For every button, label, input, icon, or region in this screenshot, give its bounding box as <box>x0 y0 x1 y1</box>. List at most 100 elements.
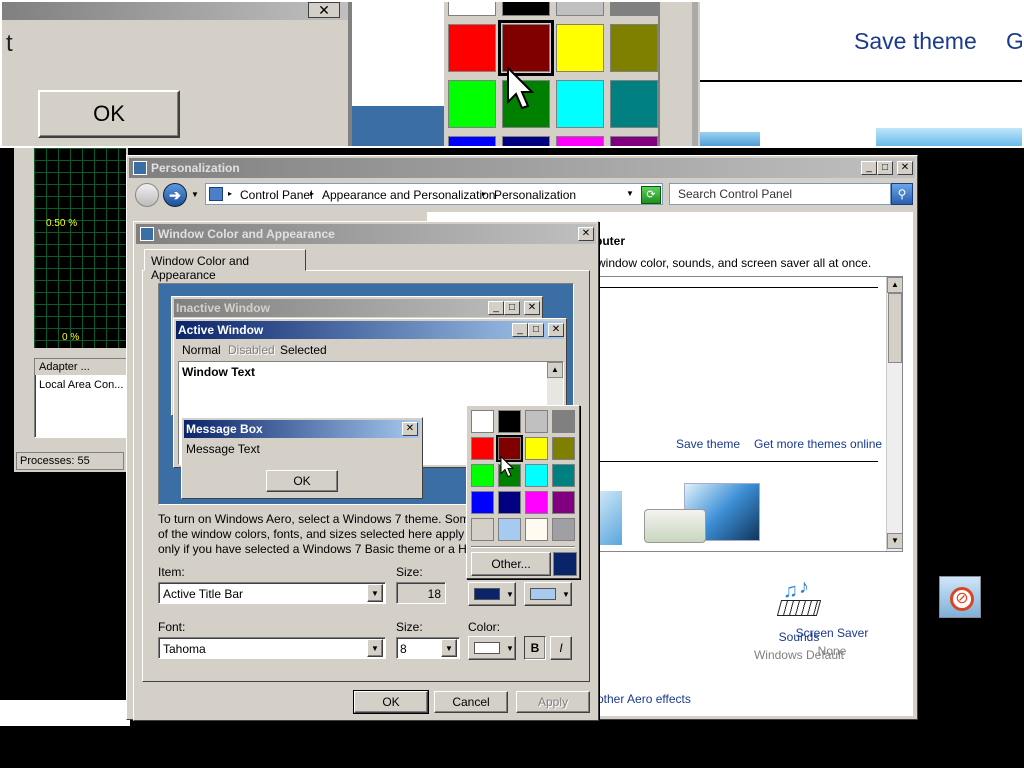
color-swatch[interactable] <box>498 491 521 514</box>
font-color-button[interactable]: ▼ <box>468 636 516 660</box>
get-more-themes-link[interactable]: Get more themes online <box>754 437 882 451</box>
palette-divider <box>471 546 575 548</box>
mouse-cursor-icon <box>500 455 515 478</box>
color-swatch[interactable] <box>471 491 494 514</box>
save-theme-link[interactable]: Save theme <box>676 437 740 451</box>
address-bar[interactable]: ▸ Control Panel ▸ Appearance and Persona… <box>205 183 663 205</box>
forward-button[interactable]: ➔ <box>163 183 187 207</box>
screensaver-icon: ⊘ <box>939 576 981 618</box>
zoom-get-more-fragment: G <box>1006 28 1024 54</box>
chevron-down-icon[interactable]: ▼ <box>367 639 383 657</box>
adapter-column-header[interactable]: Adapter ... <box>35 359 127 375</box>
font-size-select[interactable]: 8 ▼ <box>396 637 460 659</box>
theme-thumbnail-1[interactable] <box>598 491 622 545</box>
breadcrumb-personalization[interactable]: Personalization <box>494 188 576 202</box>
zoom-personalization-panel: Save theme G <box>700 2 1024 146</box>
theme-list[interactable]: Save theme Get more themes online ▲ ▼ <box>597 276 903 552</box>
aero-info-text: To turn on Windows Aero, select a Window… <box>158 512 483 558</box>
aero-effects-link[interactable]: other Aero effects <box>597 692 691 706</box>
zoom-close-icon: ✕ <box>308 2 340 18</box>
italic-button[interactable]: I <box>550 636 572 660</box>
scroll-down-icon[interactable]: ▼ <box>887 533 903 549</box>
font-select[interactable]: Tahoma ▼ <box>158 637 386 659</box>
history-dropdown-icon[interactable]: ▼ <box>191 190 199 199</box>
preview-active-titlebar: Active Window _ □ ✕ <box>176 321 564 339</box>
dialog-titlebar[interactable]: Window Color and Appearance ✕ <box>136 224 596 244</box>
chevron-down-icon[interactable]: ▼ <box>441 639 457 657</box>
color-swatch[interactable] <box>525 518 548 541</box>
color-swatch[interactable] <box>552 518 575 541</box>
color-swatch[interactable] <box>498 410 521 433</box>
personalization-titlebar[interactable]: Personalization _ □ ✕ <box>129 158 915 178</box>
page-description: window color, sounds, and screen saver a… <box>597 256 872 270</box>
close-button[interactable]: ✕ <box>897 161 913 175</box>
preview-msgbox-close-icon: ✕ <box>402 422 418 436</box>
adapter-list[interactable]: Adapter ... Local Area Con... <box>34 358 128 438</box>
color-swatch[interactable] <box>525 437 548 460</box>
color-swatch[interactable] <box>552 464 575 487</box>
preview-menu-normal: Normal <box>182 343 221 357</box>
preview-inactive-title: Inactive Window <box>176 301 270 315</box>
cancel-button[interactable]: Cancel <box>434 691 508 713</box>
tab-window-color[interactable]: Window Color and Appearance <box>144 249 306 282</box>
zoom-dialog-titlebar <box>2 2 348 20</box>
search-button[interactable]: ⚲ <box>891 183 913 205</box>
screensaver-label[interactable]: Screen Saver <box>787 626 877 640</box>
item-color1-button[interactable]: ▼ <box>468 582 516 606</box>
address-dropdown-icon[interactable]: ▼ <box>626 189 634 198</box>
dialog-close-button[interactable]: ✕ <box>578 227 594 241</box>
item-select[interactable]: Active Title Bar ▼ <box>158 582 386 604</box>
breadcrumb-separator-icon: ▸ <box>228 189 233 198</box>
color-swatch[interactable] <box>552 491 575 514</box>
bold-button[interactable]: B <box>524 636 546 660</box>
refresh-button[interactable]: ⟳ <box>641 186 661 204</box>
screensaver-item[interactable]: ⊘ <box>907 568 1017 658</box>
zoom-cursor-icon <box>507 66 535 110</box>
color-swatch[interactable] <box>471 410 494 433</box>
other-colors-button[interactable]: Other... <box>471 552 551 576</box>
scroll-up-icon[interactable]: ▲ <box>887 277 903 293</box>
adapter-row[interactable]: Local Area Con... <box>39 379 123 391</box>
preview-window-text: Window Text <box>182 365 255 379</box>
color-swatch[interactable] <box>471 518 494 541</box>
preview-close-icon: ✕ <box>548 323 564 337</box>
preview-msgbox-text: Message Text <box>186 442 260 456</box>
background-white-strip <box>0 700 130 726</box>
maximize-button[interactable]: □ <box>877 161 893 175</box>
color-swatch[interactable] <box>525 491 548 514</box>
other-color-swatch[interactable] <box>553 552 577 576</box>
item-color2-button[interactable]: ▼ <box>524 582 572 606</box>
item-color2-swatch <box>530 588 556 600</box>
color-swatch[interactable] <box>525 410 548 433</box>
breadcrumb-appearance[interactable]: Appearance and Personalization <box>322 188 495 202</box>
preview-msgbox-ok: OK <box>266 470 338 492</box>
color-swatch[interactable] <box>471 437 494 460</box>
personalization-title: Personalization <box>151 161 240 175</box>
search-input[interactable]: Search Control Panel <box>669 183 891 205</box>
theme-list-scrollbar[interactable]: ▲ ▼ <box>886 277 903 551</box>
preview-minimize-icon: _ <box>488 301 504 315</box>
item-size-spinner[interactable]: 18 <box>396 582 446 604</box>
color-swatch[interactable] <box>552 410 575 433</box>
color-swatch[interactable] <box>471 464 494 487</box>
minimize-button[interactable]: _ <box>861 161 877 175</box>
breadcrumb-separator-icon: ▸ <box>310 189 315 198</box>
theme-thumbnail-3[interactable] <box>644 509 706 543</box>
font-label: Font: <box>158 620 186 634</box>
breadcrumb-control-panel[interactable]: Control Panel <box>240 188 313 202</box>
back-button[interactable] <box>135 183 159 207</box>
color-swatch[interactable] <box>498 518 521 541</box>
control-panel-icon <box>133 161 147 175</box>
color-swatch[interactable] <box>525 464 548 487</box>
chevron-down-icon: ▼ <box>506 589 514 599</box>
ok-button[interactable]: OK <box>353 690 429 714</box>
zoom-message-fragment: t <box>6 30 13 57</box>
graph-label-bottom: 0 % <box>62 332 80 343</box>
color-swatch[interactable] <box>552 437 575 460</box>
chevron-down-icon[interactable]: ▼ <box>367 584 383 602</box>
scroll-thumb[interactable] <box>888 293 902 363</box>
apply-button[interactable]: Apply <box>516 691 590 713</box>
item-size-value: 18 <box>427 587 441 601</box>
font-color-label: Color: <box>468 620 501 634</box>
font-size-label: Size: <box>396 620 423 634</box>
